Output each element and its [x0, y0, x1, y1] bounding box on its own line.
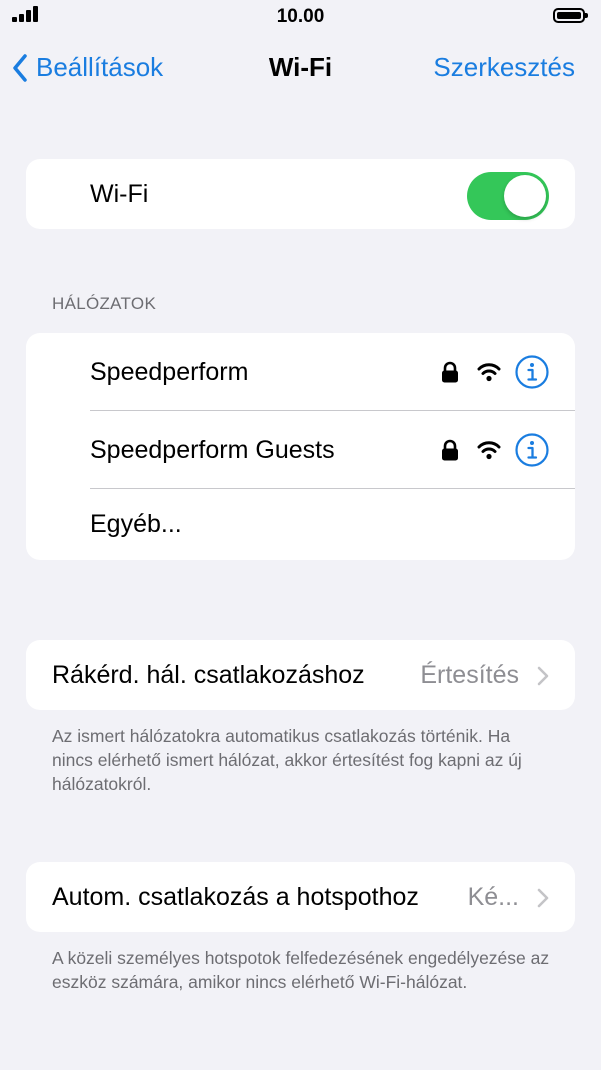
wifi-row: Wi-Fi [26, 159, 575, 229]
networks-section-header: HÁLÓZATOK [52, 294, 157, 313]
status-time: 10.00 [276, 6, 325, 27]
networks-list: Speedperform Speedperform Guests Egyéb..… [26, 333, 575, 560]
auto-hotspot-row[interactable]: Autom. csatlakozás a hotspothoz Ké... [26, 862, 575, 932]
network-row[interactable]: Speedperform Guests [26, 411, 575, 489]
chevron-right-icon [537, 888, 549, 908]
wifi-signal-icon [477, 363, 501, 382]
auto-hotspot-label: Autom. csatlakozás a hotspothoz [52, 882, 419, 911]
other-network-row[interactable]: Egyéb... [26, 489, 575, 559]
auto-hotspot-footer: A közeli személyes hotspotok felfedezésé… [52, 948, 550, 992]
wifi-toggle[interactable] [467, 172, 549, 220]
network-row[interactable]: Speedperform [26, 333, 575, 411]
lock-icon [442, 361, 458, 383]
status-bar: 10.00 [0, 0, 601, 34]
ask-to-join-row[interactable]: Rákérd. hál. csatlakozáshoz Értesítés [26, 640, 575, 710]
info-icon[interactable] [515, 433, 549, 467]
auto-hotspot-group: Autom. csatlakozás a hotspothoz Ké... [26, 862, 575, 932]
edit-button[interactable]: Szerkesztés [433, 52, 575, 83]
network-name: Speedperform [90, 357, 249, 386]
auto-hotspot-value: Ké... [467, 882, 519, 911]
battery-icon [553, 8, 588, 23]
ask-to-join-group: Rákérd. hál. csatlakozáshoz Értesítés [26, 640, 575, 710]
other-network-label: Egyéb... [90, 509, 182, 538]
ask-to-join-value: Értesítés [420, 660, 519, 689]
ask-to-join-footer: Az ismert hálózatokra automatikus csatla… [52, 726, 522, 794]
info-icon[interactable] [515, 355, 549, 389]
wifi-label: Wi-Fi [90, 179, 149, 208]
chevron-right-icon [537, 666, 549, 686]
navigation-bar: Beállítások Wi-Fi Szerkesztés [0, 44, 601, 92]
network-name: Speedperform Guests [90, 435, 335, 464]
ask-to-join-label: Rákérd. hál. csatlakozáshoz [52, 660, 365, 689]
wifi-toggle-group: Wi-Fi [26, 159, 575, 229]
toggle-knob [504, 175, 546, 217]
lock-icon [442, 439, 458, 461]
wifi-signal-icon [477, 441, 501, 460]
